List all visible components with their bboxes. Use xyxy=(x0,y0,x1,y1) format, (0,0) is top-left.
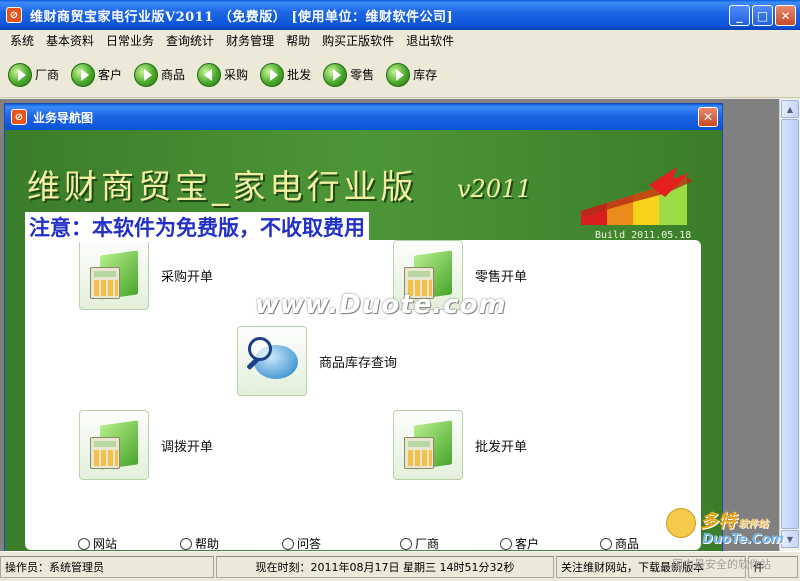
toolbar-vendor-button[interactable]: 厂商 xyxy=(8,62,60,87)
menu-system[interactable]: 系统 xyxy=(4,32,40,49)
arrow-right-icon xyxy=(71,62,96,87)
tile-transfer-order[interactable]: 调拨开单 xyxy=(79,410,213,480)
toolbar-label: 客户 xyxy=(98,68,123,82)
status-operator: 操作员：系统管理员 xyxy=(0,555,214,578)
radio-label: 厂商 xyxy=(415,537,440,551)
brand-title: 维财商贸宝_家电行业版 xyxy=(27,167,418,206)
window-controls: _ □ ✕ xyxy=(729,5,796,26)
corner-watermark-small: 软件站 xyxy=(738,519,768,530)
main-title-bar[interactable]: ⊘ 维财商贸宝家电行业版V2011 （免费版） [使用单位：维财软件公司] _ … xyxy=(0,0,800,30)
radio-customer[interactable]: 客户 xyxy=(500,535,600,552)
radio-circle-icon[interactable] xyxy=(180,537,192,550)
status-time: 现在时刻：2011年08月17日 星期三 14时51分32秒 xyxy=(216,555,554,578)
menu-bar: 系统 基本资料 日常业务 查询统计 财务管理 帮助 购买正版软件 退出软件 xyxy=(0,30,800,50)
radio-label: 帮助 xyxy=(195,537,220,551)
tile-label[interactable]: 采购开单 xyxy=(161,266,213,285)
toolbar-customer-button[interactable]: 客户 xyxy=(71,62,123,87)
toolbar-product-button[interactable]: 商品 xyxy=(134,62,186,87)
vertical-scrollbar[interactable]: ▲ ▼ xyxy=(779,99,800,551)
toolbar-label: 零售 xyxy=(350,68,375,82)
corner-watermark-main: 多特 xyxy=(700,511,736,532)
toolbar: 厂商 客户 商品 采购 批发 零售 库存 xyxy=(0,52,800,98)
radio-circle-icon[interactable] xyxy=(78,537,90,550)
minimize-button[interactable]: _ xyxy=(729,5,750,26)
menu-finance[interactable]: 财务管理 xyxy=(220,32,280,49)
toolbar-retail-button[interactable]: 零售 xyxy=(323,62,375,87)
child-window-title: 业务导航图 xyxy=(33,110,94,125)
app-logo-icon: ⊘ xyxy=(11,109,27,125)
corner-watermark-title: 多特 软件站 xyxy=(700,507,768,533)
menu-exit[interactable]: 退出软件 xyxy=(400,32,460,49)
magnifier-disk-icon[interactable] xyxy=(237,326,307,396)
site-watermark: www.Duote.com xyxy=(255,290,507,320)
folder-calculator-icon[interactable] xyxy=(393,410,463,480)
radio-circle-icon[interactable] xyxy=(600,537,612,550)
menu-help[interactable]: 帮助 xyxy=(280,32,316,49)
arrow-right-icon xyxy=(260,62,285,87)
tile-label[interactable]: 商品库存查询 xyxy=(319,352,397,371)
folder-calculator-icon[interactable] xyxy=(79,240,149,310)
menu-basic-data[interactable]: 基本资料 xyxy=(40,32,100,49)
tile-label[interactable]: 调拨开单 xyxy=(161,436,213,455)
radio-circle-icon[interactable] xyxy=(282,537,294,550)
tile-label[interactable]: 零售开单 xyxy=(475,266,527,285)
menu-daily-business[interactable]: 日常业务 xyxy=(100,32,160,49)
toolbar-label: 采购 xyxy=(224,68,249,82)
toolbar-wholesale-button[interactable]: 批发 xyxy=(260,62,312,87)
folder-calculator-icon[interactable] xyxy=(79,410,149,480)
free-version-notice: 注意：本软件为免费版，不收取费用 xyxy=(25,212,369,242)
app-logo-icon[interactable]: ⊘ xyxy=(6,7,22,23)
radio-circle-icon[interactable] xyxy=(500,537,512,550)
arrow-left-icon xyxy=(197,62,222,87)
toolbar-label: 商品 xyxy=(161,68,186,82)
tile-purchase-order[interactable]: 采购开单 xyxy=(79,240,213,310)
window-title: 维财商贸宝家电行业版V2011 （免费版） [使用单位：维财软件公司] xyxy=(30,9,454,25)
radio-label: 问答 xyxy=(297,537,322,551)
corner-watermark-slogan: 国内最安全的软件站 xyxy=(672,558,771,571)
toolbar-label: 库存 xyxy=(413,68,438,82)
arrow-right-icon xyxy=(134,62,159,87)
child-close-button[interactable]: ✕ xyxy=(698,107,718,127)
close-button[interactable]: ✕ xyxy=(775,5,796,26)
radio-circle-icon[interactable] xyxy=(400,537,412,550)
tile-label[interactable]: 批发开单 xyxy=(475,436,527,455)
toolbar-label: 厂商 xyxy=(35,68,60,82)
scroll-thumb[interactable] xyxy=(781,119,799,529)
business-navigation-window: ⊘ 业务导航图 ✕ 维财商贸宝_家电行业版 v2011 Build 2011.0… xyxy=(4,103,723,552)
corner-watermark-domain: DuoTe.Com xyxy=(702,532,784,547)
tile-inventory-query[interactable]: 商品库存查询 xyxy=(237,326,397,396)
radio-help[interactable]: 帮助 xyxy=(180,535,282,552)
arrow-right-icon xyxy=(8,62,32,87)
arrow-right-icon xyxy=(323,62,348,87)
radio-vendor[interactable]: 厂商 xyxy=(400,535,500,552)
toolbar-label: 批发 xyxy=(287,68,312,82)
navigation-content: 采购开单 零售开单 商品库存查询 调拨开单 批发开单 xyxy=(25,240,701,550)
child-title-bar[interactable]: ⊘ 业务导航图 ✕ xyxy=(5,104,722,130)
maximize-button[interactable]: □ xyxy=(752,5,773,26)
radio-website[interactable]: 网站 xyxy=(78,535,180,552)
mascot-icon xyxy=(666,508,696,538)
radio-label: 客户 xyxy=(515,537,540,551)
quick-links-radio-group: 网站 帮助 问答 厂商 客户 商品 xyxy=(78,535,639,552)
arrow-right-icon xyxy=(386,62,411,87)
toolbar-purchase-button[interactable]: 采购 xyxy=(197,62,249,87)
scroll-up-icon[interactable]: ▲ xyxy=(781,100,799,118)
growth-chart-logo xyxy=(581,167,693,225)
tile-wholesale-order[interactable]: 批发开单 xyxy=(393,410,527,480)
radio-label: 商品 xyxy=(615,537,640,551)
menu-buy-license[interactable]: 购买正版软件 xyxy=(316,32,400,49)
radio-label: 网站 xyxy=(93,537,118,551)
radio-faq[interactable]: 问答 xyxy=(282,535,400,552)
toolbar-inventory-button[interactable]: 库存 xyxy=(386,62,438,87)
radio-product[interactable]: 商品 xyxy=(600,535,639,552)
brand-version: v2011 xyxy=(457,175,532,203)
menu-query-stats[interactable]: 查询统计 xyxy=(160,32,220,49)
